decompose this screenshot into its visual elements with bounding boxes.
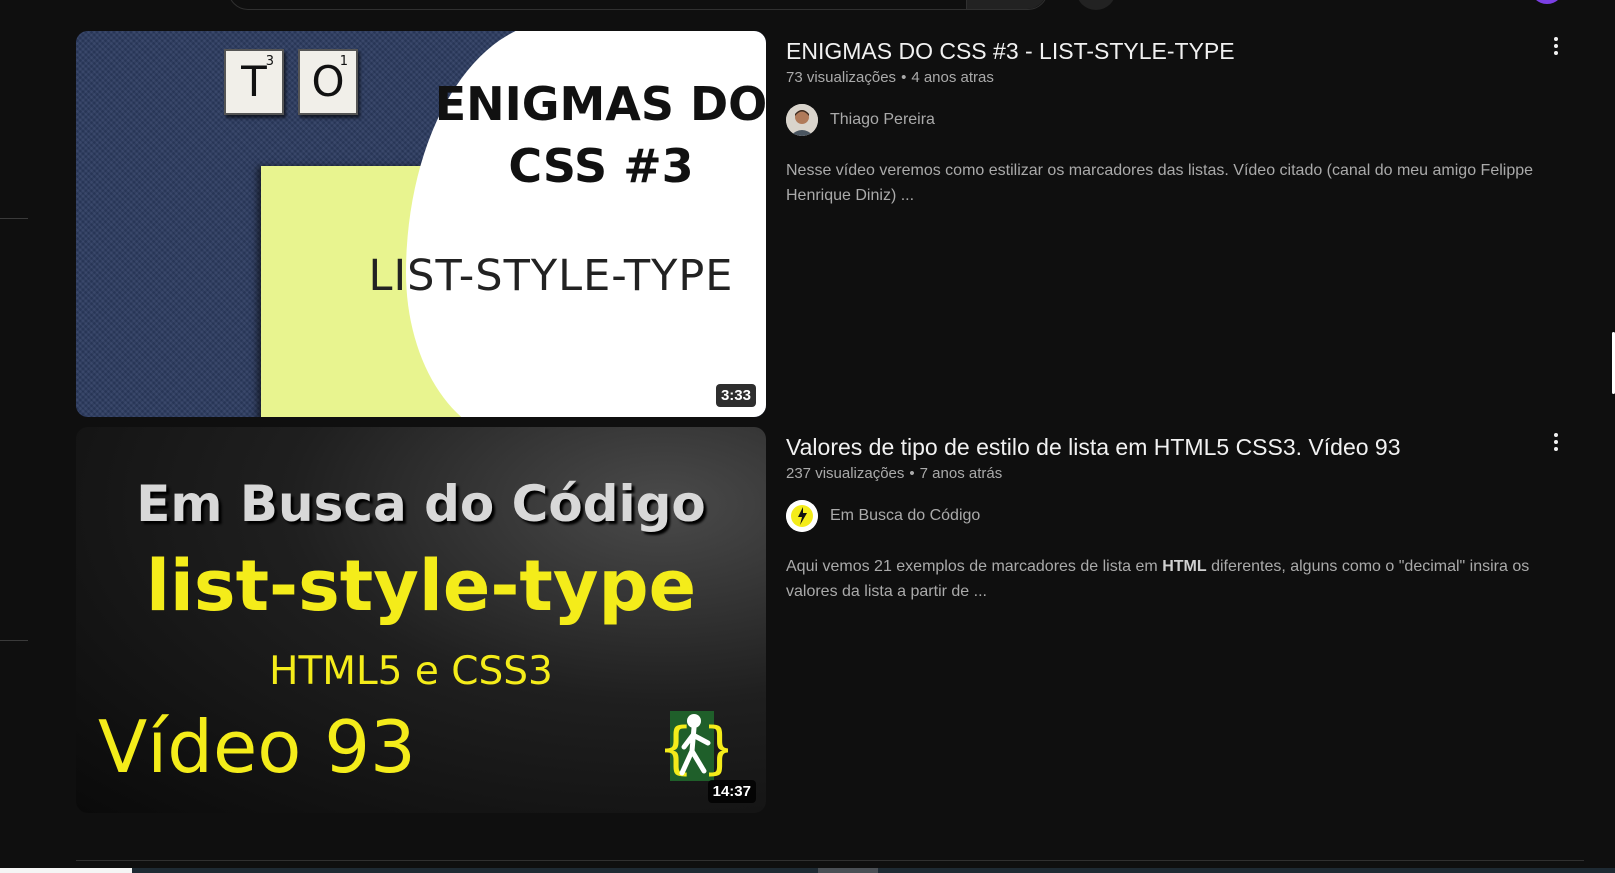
view-count: 237 visualizações bbox=[786, 465, 905, 482]
meta-separator: • bbox=[901, 69, 907, 86]
sidebar-divider bbox=[0, 218, 28, 219]
tile-score: 3 bbox=[265, 54, 274, 69]
video-meta: 73 visualizações • 4 anos atras bbox=[786, 69, 1576, 86]
view-count: 73 visualizações bbox=[786, 69, 897, 86]
thumbnail-line: Em Busca do Código bbox=[136, 475, 706, 533]
taskbar-segment bbox=[0, 868, 132, 873]
video-result[interactable]: Em Busca do Código list-style-type HTML5… bbox=[76, 427, 1576, 815]
taskbar bbox=[0, 868, 1615, 873]
search-bar[interactable] bbox=[228, 0, 1048, 10]
svg-text:{: { bbox=[658, 716, 694, 781]
upload-age: 7 anos atrás bbox=[919, 465, 1003, 482]
search-button[interactable] bbox=[966, 0, 1047, 9]
video-thumbnail[interactable]: T3 O1 ENIGMAS DO CSS #3 LIST-STYLE-TYPE … bbox=[76, 31, 766, 417]
video-title[interactable]: ENIGMAS DO CSS #3 - LIST-STYLE-TYPE bbox=[786, 35, 1576, 67]
thumbnail-line: list-style-type bbox=[145, 545, 697, 627]
more-vert-icon[interactable] bbox=[1544, 427, 1568, 457]
taskbar-segment bbox=[818, 868, 878, 873]
thumbnail-heading-line: ENIGMAS DO bbox=[434, 77, 766, 131]
channel-avatar[interactable] bbox=[786, 500, 818, 532]
channel-link[interactable]: Em Busca do Código bbox=[786, 500, 1576, 532]
channel-name[interactable]: Em Busca do Código bbox=[830, 507, 980, 525]
person-avatar-icon bbox=[786, 104, 818, 136]
meta-separator: • bbox=[909, 465, 915, 482]
video-meta: 237 visualizações • 7 anos atrás bbox=[786, 465, 1576, 482]
mic-button[interactable] bbox=[1076, 0, 1116, 10]
upload-age: 4 anos atras bbox=[911, 69, 994, 86]
channel-link[interactable]: Thiago Pereira bbox=[786, 104, 1576, 136]
sidebar-divider bbox=[0, 640, 28, 641]
thumbnail-line: Vídeo 93 bbox=[98, 705, 416, 789]
thumbnail-heading-line: CSS #3 bbox=[508, 139, 694, 193]
scrabble-tile: O1 bbox=[298, 49, 358, 115]
code-runner-logo-icon: { } bbox=[658, 711, 728, 781]
thumbnail-line: HTML5 e CSS3 bbox=[269, 649, 553, 694]
tile-letter: T bbox=[241, 57, 267, 106]
video-description: Aqui vemos 21 exemplos de marcadores de … bbox=[786, 554, 1566, 604]
video-result[interactable]: T3 O1 ENIGMAS DO CSS #3 LIST-STYLE-TYPE … bbox=[76, 31, 1576, 419]
video-info: ENIGMAS DO CSS #3 - LIST-STYLE-TYPE 73 v… bbox=[786, 31, 1576, 208]
duration-badge: 14:37 bbox=[707, 780, 756, 803]
description-text: Aqui vemos 21 exemplos de marcadores de … bbox=[786, 558, 1163, 575]
video-info: Valores de tipo de estilo de lista em HT… bbox=[786, 427, 1576, 604]
video-title[interactable]: Valores de tipo de estilo de lista em HT… bbox=[786, 431, 1576, 463]
video-thumbnail[interactable]: Em Busca do Código list-style-type HTML5… bbox=[76, 427, 766, 813]
thumbnail-heading: ENIGMAS DO CSS #3 bbox=[431, 73, 766, 197]
duration-badge: 3:33 bbox=[715, 384, 756, 407]
scrabble-tile: T3 bbox=[224, 49, 284, 115]
video-description: Nesse vídeo veremos como estilizar os ma… bbox=[786, 162, 1534, 204]
channel-logo-icon bbox=[786, 500, 818, 532]
account-avatar[interactable] bbox=[1530, 0, 1564, 4]
results-divider bbox=[76, 860, 1584, 861]
thumbnail-subtitle: LIST-STYLE-TYPE bbox=[368, 251, 734, 301]
channel-avatar[interactable] bbox=[786, 104, 818, 136]
channel-name[interactable]: Thiago Pereira bbox=[830, 111, 935, 129]
more-vert-icon[interactable] bbox=[1544, 31, 1568, 61]
tile-score: 1 bbox=[339, 54, 348, 69]
description-highlight: HTML bbox=[1162, 558, 1207, 575]
